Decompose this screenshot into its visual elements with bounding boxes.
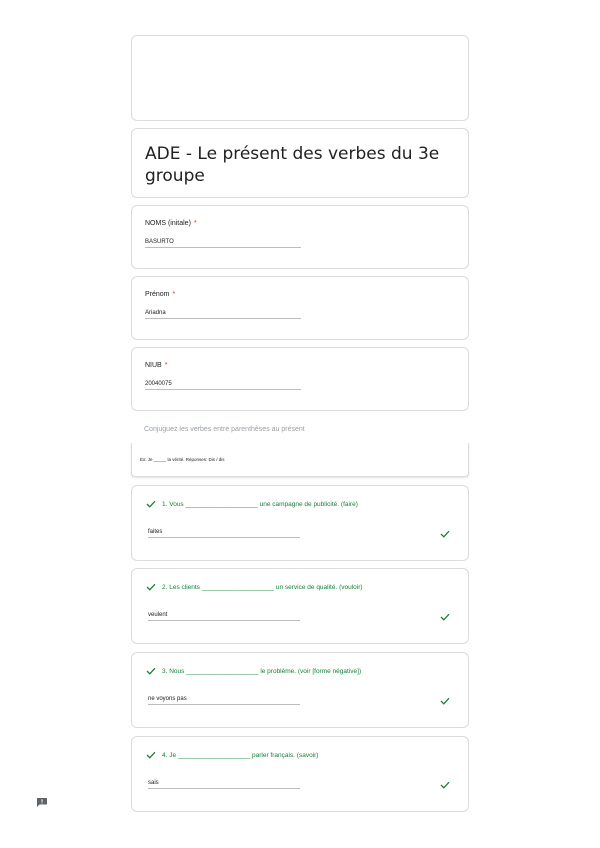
question-card-4: 4. Je ____________________ parler frança… bbox=[131, 736, 469, 812]
field-card-niub: NIUB * 20040075 bbox=[131, 347, 469, 411]
required-mark: * bbox=[164, 362, 168, 369]
check-icon bbox=[146, 583, 156, 591]
question-text-2: 2. Les clients ____________________ un s… bbox=[146, 583, 363, 591]
field-input-prenom[interactable]: Ariadna bbox=[145, 310, 301, 319]
question-card-2: 2. Les clients ____________________ un s… bbox=[131, 568, 469, 644]
question-text-1: 1. Vous ____________________ une campagn… bbox=[146, 500, 358, 508]
answer-input-2[interactable]: veulent bbox=[148, 612, 300, 621]
check-icon bbox=[440, 697, 450, 705]
form-title: ADE - Le présent des verbes du 3e groupe bbox=[145, 144, 440, 186]
required-mark: * bbox=[172, 291, 176, 298]
question-card-3: 3. Nous ____________________ le problème… bbox=[131, 652, 469, 728]
answer-input-1[interactable]: faites bbox=[148, 529, 300, 538]
answer-input-4[interactable]: sais bbox=[148, 780, 300, 789]
example-text: Ex: Je _____ la vérité. Réponses: Dis / … bbox=[140, 457, 225, 462]
form-header-card bbox=[131, 35, 469, 121]
question-card-1: 1. Vous ____________________ une campagn… bbox=[131, 485, 469, 561]
field-input-niub[interactable]: 20040075 bbox=[145, 381, 301, 390]
feedback-icon[interactable] bbox=[37, 798, 47, 807]
check-icon bbox=[440, 781, 450, 789]
check-icon bbox=[440, 613, 450, 621]
field-label-noms: NOMS (initale) * bbox=[145, 220, 197, 227]
field-card-prenom: Prénom * Ariadna bbox=[131, 276, 469, 340]
required-mark: * bbox=[193, 220, 197, 227]
field-card-noms: NOMS (initale) * BASURTO bbox=[131, 205, 469, 269]
check-icon bbox=[146, 751, 156, 759]
section-description: Conjuguez les verbes entre parenthèses a… bbox=[144, 426, 305, 433]
example-card: Ex: Je _____ la vérité. Réponses: Dis / … bbox=[131, 443, 469, 477]
check-icon bbox=[440, 530, 450, 538]
field-input-noms[interactable]: BASURTO bbox=[145, 239, 301, 248]
form-title-card: ADE - Le présent des verbes du 3e groupe bbox=[131, 128, 469, 198]
check-icon bbox=[146, 667, 156, 675]
question-text-4: 4. Je ____________________ parler frança… bbox=[146, 751, 318, 759]
question-text-3: 3. Nous ____________________ le problème… bbox=[146, 667, 361, 675]
check-icon bbox=[146, 500, 156, 508]
field-label-prenom: Prénom * bbox=[145, 291, 176, 298]
answer-input-3[interactable]: ne voyons pas bbox=[148, 696, 300, 705]
field-label-niub: NIUB * bbox=[145, 362, 168, 369]
